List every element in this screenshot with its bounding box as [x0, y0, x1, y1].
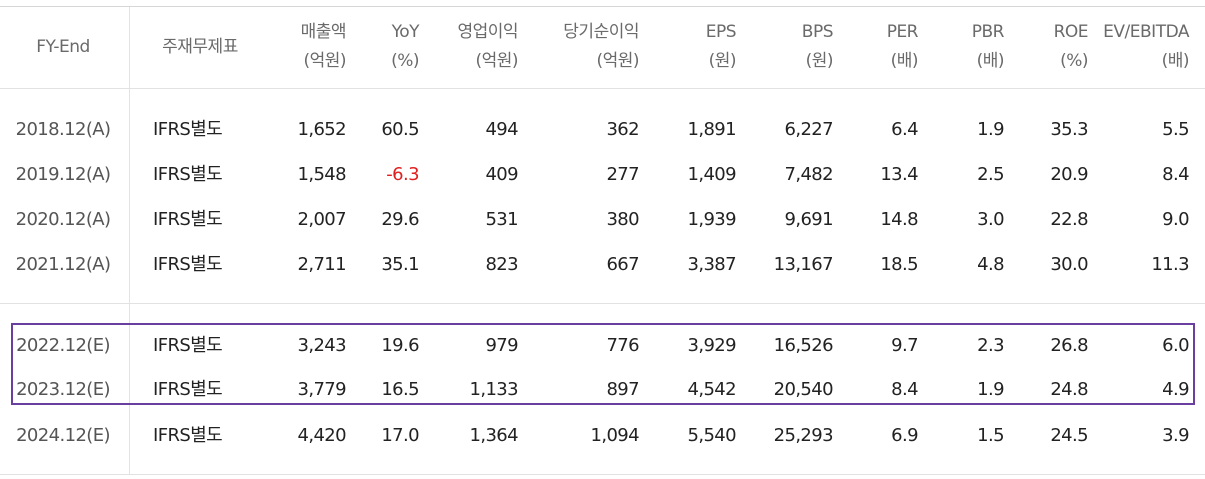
cell-ev-ebitda: 5.5 [1162, 119, 1189, 140]
cell-eps: 1,409 [687, 164, 736, 185]
cell-pbr: 2.5 [977, 164, 1004, 185]
cell-operating-profit: 409 [485, 164, 518, 185]
cell-bps: 7,482 [784, 164, 833, 185]
cell-basis: IFRS별도 [153, 254, 223, 275]
cell-yoy-negative: -6.3 [386, 164, 419, 185]
table-top-border [0, 6, 1205, 7]
cell-eps: 3,387 [687, 254, 736, 275]
cell-ev-ebitda: 3.9 [1162, 425, 1189, 446]
cell-sales: 4,420 [297, 425, 346, 446]
cell-eps: 1,891 [687, 119, 736, 140]
cell-eps: 1,939 [687, 209, 736, 230]
cell-sales: 2,711 [297, 254, 346, 275]
cell-pbr: 3.0 [977, 209, 1004, 230]
table-row: 2021.12(A) IFRS별도 2,711 35.1 823 667 3,3… [0, 243, 1205, 287]
header-operating-profit: 영업이익 (억원) [457, 22, 518, 71]
header-divider [0, 88, 1205, 89]
cell-pbr: 1.5 [977, 425, 1004, 446]
cell-roe: 22.8 [1050, 209, 1088, 230]
cell-yoy: 29.6 [381, 209, 419, 230]
cell-per: 18.5 [880, 254, 918, 275]
header-per: PER (배) [886, 22, 919, 71]
cell-roe: 35.3 [1050, 119, 1088, 140]
cell-ev-ebitda: 9.0 [1162, 209, 1189, 230]
header-roe: ROE (%) [1053, 22, 1089, 71]
cell-ev-ebitda: 8.4 [1162, 164, 1189, 185]
cell-basis: IFRS별도 [153, 119, 223, 140]
cell-yoy: 60.5 [381, 119, 419, 140]
cell-sales: 2,007 [297, 209, 346, 230]
cell-ev-ebitda: 11.3 [1151, 254, 1189, 275]
cell-net-income: 362 [606, 119, 639, 140]
cell-fy: 2019.12(A) [15, 164, 111, 185]
table-row: 2024.12(E) IFRS별도 4,420 17.0 1,364 1,094… [0, 414, 1205, 458]
header-bps: BPS (원) [801, 22, 834, 71]
cell-pbr: 4.8 [977, 254, 1004, 275]
cell-operating-profit: 531 [485, 209, 518, 230]
cell-bps: 9,691 [784, 209, 833, 230]
table-row: 2018.12(A) IFRS별도 1,652 60.5 494 362 1,8… [0, 108, 1205, 152]
table-bottom-border [0, 474, 1205, 475]
cell-net-income: 1,094 [590, 425, 639, 446]
cell-roe: 30.0 [1050, 254, 1088, 275]
header-ev-ebitda: EV/EBITDA (배) [1103, 22, 1189, 71]
cell-sales: 1,652 [297, 119, 346, 140]
cell-fy: 2021.12(A) [15, 254, 111, 275]
cell-fy: 2024.12(E) [16, 425, 110, 446]
header-basis: 주재무제표 [162, 37, 238, 57]
cell-net-income: 277 [606, 164, 639, 185]
actual-estimate-divider [0, 303, 1205, 304]
cell-sales: 1,548 [297, 164, 346, 185]
header-eps: EPS (원) [705, 22, 737, 71]
cell-yoy: 35.1 [381, 254, 419, 275]
cell-eps: 5,540 [687, 425, 736, 446]
cell-net-income: 667 [606, 254, 639, 275]
cell-per: 14.8 [880, 209, 918, 230]
cell-net-income: 380 [606, 209, 639, 230]
table-row: 2020.12(A) IFRS별도 2,007 29.6 531 380 1,9… [0, 198, 1205, 242]
highlight-box [11, 323, 1195, 405]
cell-bps: 25,293 [773, 425, 834, 446]
cell-roe: 24.5 [1050, 425, 1088, 446]
header-net-income: 당기순이익 (억원) [563, 22, 639, 71]
cell-operating-profit: 823 [485, 254, 518, 275]
cell-roe: 20.9 [1050, 164, 1088, 185]
cell-operating-profit: 1,364 [469, 425, 518, 446]
cell-pbr: 1.9 [977, 119, 1004, 140]
cell-per: 6.9 [891, 425, 918, 446]
header-sales: 매출액 (억원) [300, 22, 347, 71]
header-yoy: YoY (%) [391, 22, 419, 71]
cell-basis: IFRS별도 [153, 209, 223, 230]
cell-basis: IFRS별도 [153, 164, 223, 185]
cell-per: 6.4 [891, 119, 918, 140]
header-fy-end: FY-End [36, 37, 90, 57]
cell-operating-profit: 494 [485, 119, 518, 140]
cell-fy: 2020.12(A) [15, 209, 111, 230]
header-pbr: PBR (배) [971, 22, 1005, 71]
cell-yoy: 17.0 [381, 425, 419, 446]
cell-bps: 6,227 [784, 119, 833, 140]
cell-per: 13.4 [880, 164, 918, 185]
cell-bps: 13,167 [773, 254, 834, 275]
cell-fy: 2018.12(A) [15, 119, 111, 140]
table-row: 2019.12(A) IFRS별도 1,548 -6.3 409 277 1,4… [0, 153, 1205, 197]
cell-basis: IFRS별도 [153, 425, 223, 446]
